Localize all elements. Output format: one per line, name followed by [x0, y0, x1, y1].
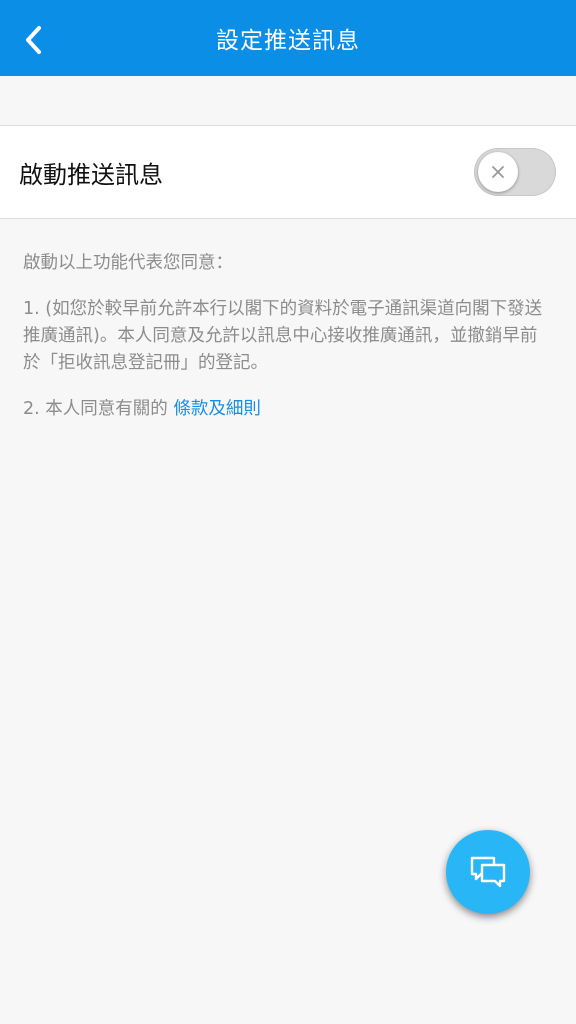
push-notification-label: 啟動推送訊息	[19, 160, 163, 189]
consent-description: 啟動以上功能代表您同意： 1. (如您於較早前允許本行以閣下的資料於電子通訊渠道…	[23, 250, 553, 442]
top-app-bar: 設定推送訊息	[0, 0, 576, 76]
consent-item-2-text: 2. 本人同意有關的	[23, 399, 168, 419]
chat-bubbles-icon	[470, 856, 506, 888]
consent-intro: 啟動以上功能代表您同意：	[23, 253, 233, 273]
consent-item-2: 2. 本人同意有關的 條款及細則	[23, 396, 553, 423]
chat-button[interactable]	[446, 830, 530, 914]
push-notification-toggle[interactable]	[474, 148, 556, 196]
consent-item-1: 1. (如您於較早前允許本行以閣下的資料於電子通訊渠道向閣下發送推廣通訊)。本人…	[23, 299, 543, 373]
close-icon	[492, 166, 504, 178]
page-title: 設定推送訊息	[216, 28, 360, 54]
terms-and-conditions-link[interactable]: 條款及細則	[173, 399, 261, 419]
toggle-knob	[478, 152, 518, 192]
push-notification-row: 啟動推送訊息	[0, 125, 576, 219]
